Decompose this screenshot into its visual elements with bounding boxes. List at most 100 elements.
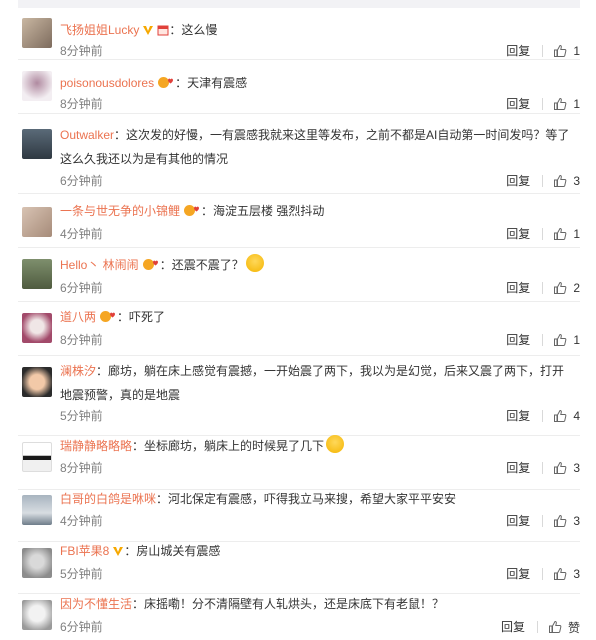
reply-button[interactable]: 回复 xyxy=(506,408,530,424)
comment-actions: 回复 3 xyxy=(506,566,580,582)
username-link[interactable]: 瑞静静略略略 xyxy=(60,439,132,453)
reply-button[interactable]: 回复 xyxy=(506,280,530,296)
comment-item: 白哥的白鸽是咻咪：河北保定有震感，吓得我立马来搜，希望大家平平安安 4分钟前 回… xyxy=(18,489,580,542)
like-count: 3 xyxy=(573,174,580,188)
like-button[interactable]: 1 xyxy=(553,333,580,347)
reply-button[interactable]: 回复 xyxy=(506,460,530,476)
comment-divider xyxy=(18,193,580,194)
username-link[interactable]: 白哥的白鸽是咻咪 xyxy=(60,492,156,506)
like-count: 3 xyxy=(573,567,580,581)
comment-actions: 回复 3 xyxy=(506,173,580,189)
comment-actions: 回复 1 xyxy=(506,226,580,242)
reply-button[interactable]: 回复 xyxy=(506,226,530,242)
divider xyxy=(542,462,544,474)
avatar[interactable] xyxy=(22,18,52,48)
comment-content: ：床摇嘞！分不清隔壁有人轧烘头，还是床底下有老鼠！？ xyxy=(132,597,445,611)
avatar[interactable] xyxy=(22,207,52,237)
reply-button[interactable]: 回复 xyxy=(506,513,530,529)
vip-v-icon xyxy=(112,541,124,565)
username-link[interactable]: FBI苹果8 xyxy=(60,544,109,558)
comment-time: 5分钟前 xyxy=(60,409,103,423)
avatar[interactable] xyxy=(22,313,52,343)
username-link[interactable]: Hello丶 林闹闹 xyxy=(60,258,139,272)
like-button[interactable]: 2 xyxy=(553,281,580,295)
avatar[interactable] xyxy=(22,129,52,159)
comment-content: ：吓死了 xyxy=(117,310,166,324)
reply-button[interactable]: 回复 xyxy=(506,43,530,59)
thumbs-up-icon xyxy=(554,514,567,527)
like-button[interactable]: 1 xyxy=(553,44,580,58)
comment-actions: 回复 1 xyxy=(506,332,580,348)
like-button[interactable]: 1 xyxy=(553,97,580,111)
comment-item: Outwalker：这次发的好慢，一有震感我就来这里等发布，之前不都是AI自动第… xyxy=(18,115,580,194)
like-count: 1 xyxy=(573,333,580,347)
thumbs-up-icon xyxy=(554,333,567,346)
comment-content: ：房山城关有震感 xyxy=(124,544,221,558)
love-badge-icon xyxy=(99,307,117,331)
comment-actions: 回复 2 xyxy=(506,280,580,296)
username-link[interactable]: poisonousdolores xyxy=(60,76,154,90)
divider xyxy=(542,568,544,580)
like-button[interactable]: 4 xyxy=(553,409,580,423)
comment-text-block: 道八两 ：吓死了 xyxy=(60,305,574,331)
comment-content: ：还震不震了？ xyxy=(159,258,244,272)
comment-divider xyxy=(18,247,580,248)
avatar[interactable] xyxy=(22,71,52,101)
reply-button[interactable]: 回复 xyxy=(501,619,525,635)
avatar[interactable] xyxy=(22,442,52,472)
like-count: 赞 xyxy=(567,620,580,635)
avatar[interactable] xyxy=(22,367,52,397)
username-link[interactable]: Outwalker xyxy=(60,128,114,142)
comment-input-area xyxy=(18,0,580,8)
like-button[interactable]: 3 xyxy=(553,567,580,581)
comment-text-block: 瑞静静略略略：坐标廊坊，躺床上的时候晃了几下 xyxy=(60,434,574,458)
comment-time: 5分钟前 xyxy=(60,567,103,581)
divider xyxy=(542,282,544,294)
thumbs-up-icon xyxy=(554,461,567,474)
comment-content: ：这次发的好慢，一有震感我就来这里等发布，之前不都是AI自动第一时间发吗？等了这… xyxy=(60,128,570,166)
like-count: 3 xyxy=(573,461,580,475)
comment-item: poisonousdolores ：天津有震感 8分钟前 回复 1 xyxy=(18,61,580,114)
comment-text-block: Hello丶 林闹闹 ：还震不震了？ xyxy=(60,253,574,279)
comment-item: 道八两 ：吓死了 8分钟前 回复 1 xyxy=(18,303,580,356)
username-link[interactable]: 飞扬姐姐Lucky xyxy=(60,23,139,37)
like-button[interactable]: 3 xyxy=(553,514,580,528)
reply-button[interactable]: 回复 xyxy=(506,173,530,189)
username-link[interactable]: 道八两 xyxy=(60,310,96,324)
like-button[interactable]: 赞 xyxy=(548,619,580,636)
username-link[interactable]: 一条与世无争的小锦鲤 xyxy=(60,204,180,218)
thumbs-up-icon xyxy=(548,620,562,633)
comment-time: 8分钟前 xyxy=(60,97,103,111)
like-button[interactable]: 1 xyxy=(553,227,580,241)
username-link[interactable]: 因为不懂生活 xyxy=(60,597,132,611)
avatar[interactable] xyxy=(22,548,52,578)
crying-emoji-icon xyxy=(245,254,264,272)
laughing-emoji-icon xyxy=(326,435,345,453)
comment-actions: 回复 赞 xyxy=(501,619,580,635)
comment-item: Hello丶 林闹闹 ：还震不震了？ 6分钟前 回复 2 xyxy=(18,249,580,302)
like-button[interactable]: 3 xyxy=(553,174,580,188)
comment-text-block: 飞扬姐姐Lucky ：这么慢 xyxy=(60,18,574,44)
comment-text-block: FBI苹果8 ：房山城关有震感 xyxy=(60,539,574,565)
like-count: 4 xyxy=(573,409,580,423)
avatar[interactable] xyxy=(22,259,52,289)
reply-button[interactable]: 回复 xyxy=(506,566,530,582)
love-badge-icon xyxy=(183,201,201,225)
comment-item: 因为不懂生活：床摇嘞！分不清隔壁有人轧烘头，还是床底下有老鼠！？ 6分钟前 回复… xyxy=(18,593,580,640)
avatar[interactable] xyxy=(22,600,52,630)
divider xyxy=(542,45,544,57)
comment-time: 8分钟前 xyxy=(60,333,103,347)
like-button[interactable]: 3 xyxy=(553,461,580,475)
username-link[interactable]: 澜株汐 xyxy=(60,364,96,378)
thumbs-up-icon xyxy=(554,174,567,187)
comment-content: ：海淀五层楼 强烈抖动 xyxy=(201,204,325,218)
comment-text-block: poisonousdolores ：天津有震感 xyxy=(60,71,574,97)
reply-button[interactable]: 回复 xyxy=(506,96,530,112)
comment-item: 瑞静静略略略：坐标廊坊，躺床上的时候晃了几下 8分钟前 回复 3 xyxy=(18,434,580,490)
comment-item: 飞扬姐姐Lucky ：这么慢 8分钟前 回复 1 xyxy=(18,8,580,60)
reply-button[interactable]: 回复 xyxy=(506,332,530,348)
avatar[interactable] xyxy=(22,495,52,525)
comment-time: 4分钟前 xyxy=(60,514,103,528)
comment-text-block: 因为不懂生活：床摇嘞！分不清隔壁有人轧烘头，还是床底下有老鼠！？ xyxy=(60,592,574,616)
divider xyxy=(542,175,544,187)
